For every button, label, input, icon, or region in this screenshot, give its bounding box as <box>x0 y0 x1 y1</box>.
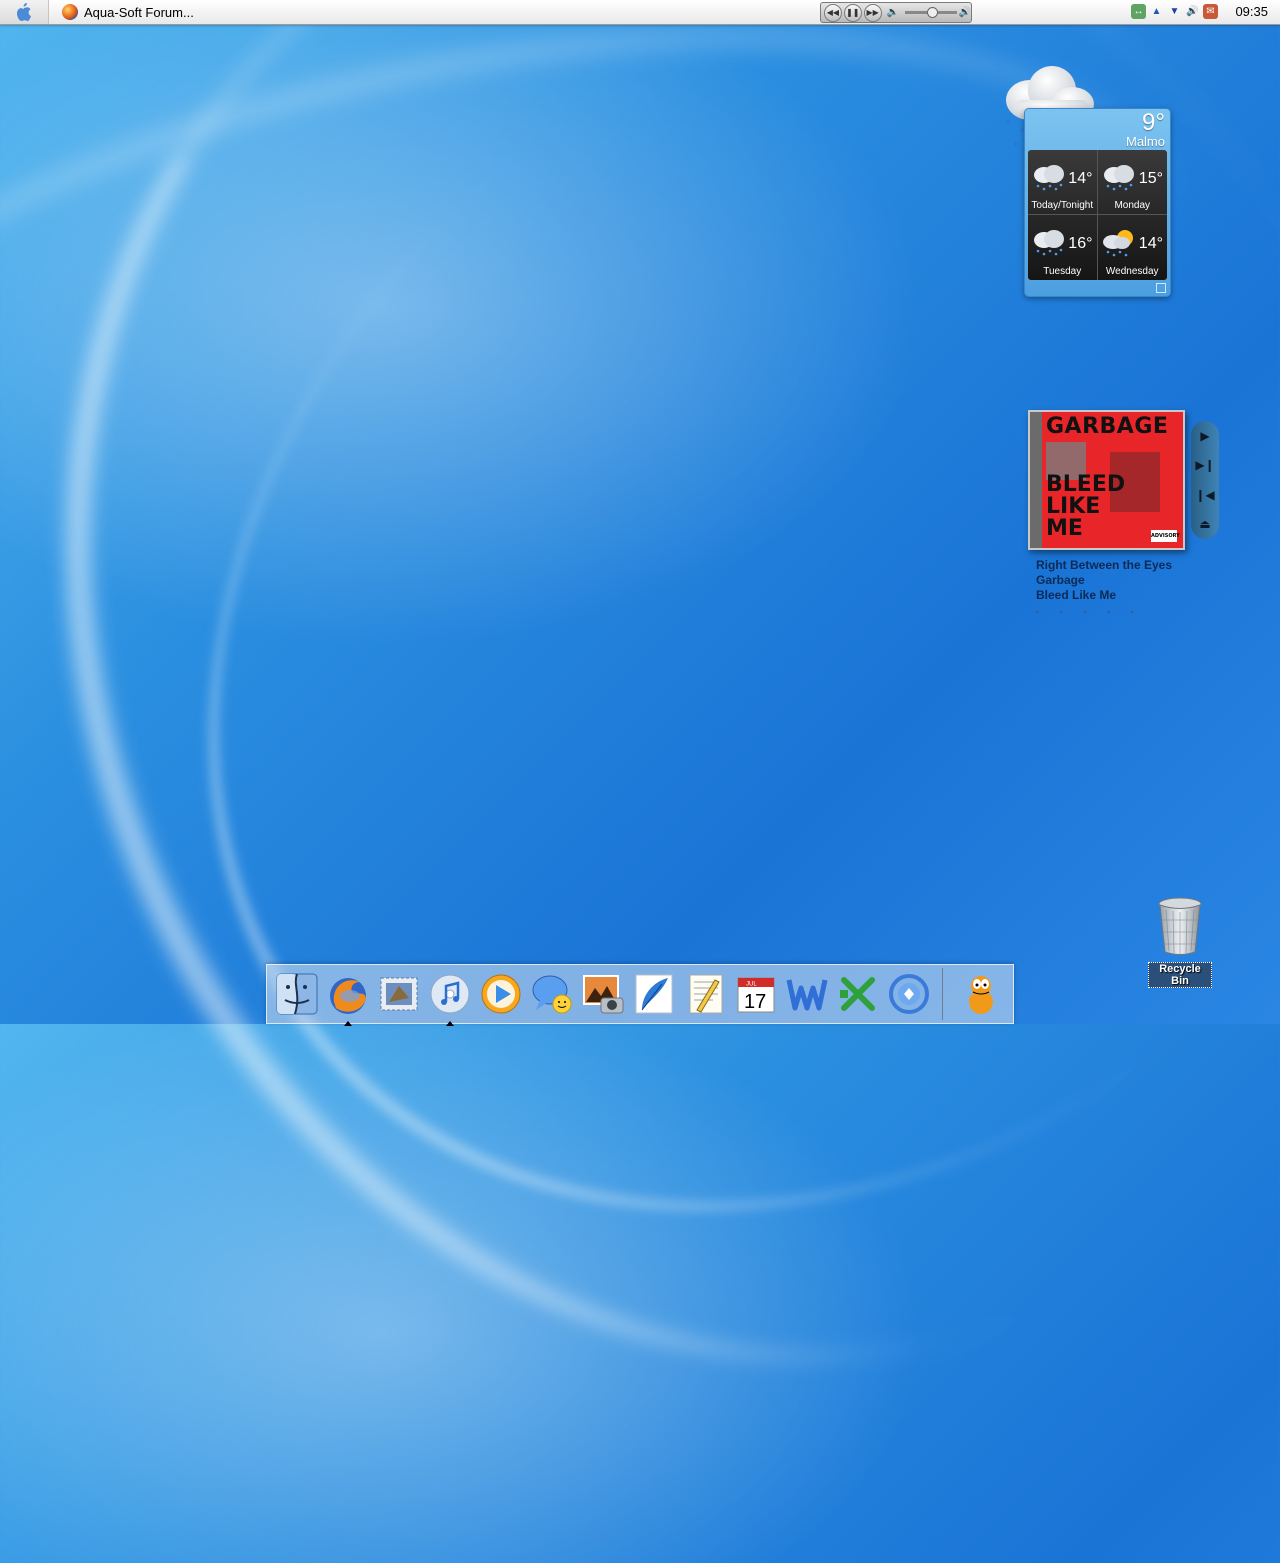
itunes-icon <box>430 974 470 1014</box>
previous-track-button[interactable]: ❙◀ <box>1195 488 1214 502</box>
eject-button[interactable]: ⏏ <box>1199 517 1210 531</box>
forward-button[interactable]: ▶▶ <box>863 3 882 22</box>
dock-item-ical[interactable]: JUL 17 <box>732 970 780 1018</box>
volume-slider[interactable] <box>905 7 957 18</box>
sun-rain-icon <box>1102 230 1133 257</box>
track-title: Right Between the Eyes <box>1036 558 1173 572</box>
volume-icon[interactable]: 🔊 <box>1185 4 1200 19</box>
rewind-button[interactable]: ◀◀ <box>824 3 842 22</box>
messenger-icon[interactable]: ✉ <box>1203 4 1218 19</box>
rain-icon <box>1034 230 1064 256</box>
pause-button[interactable]: ❚❚ <box>843 3 862 22</box>
forecast-temp: 15° <box>1138 170 1163 187</box>
quicktime-icon <box>481 974 521 1014</box>
finder-icon <box>276 973 318 1015</box>
dock-item-feather[interactable] <box>630 970 678 1018</box>
active-app-title[interactable]: Aqua-Soft Forum... <box>62 0 194 24</box>
dock-item-quicktime[interactable] <box>477 970 525 1018</box>
current-temperature: 9° <box>1142 109 1165 136</box>
recycle-bin[interactable]: Recycle Bin <box>1148 896 1212 988</box>
forecast-day-label: Monday <box>1114 200 1151 211</box>
dock-item-iphoto[interactable] <box>579 970 627 1018</box>
garfield-icon <box>969 976 993 1014</box>
media-controls: ◀◀ ❚❚ ▶▶ 🔈 🔊 <box>820 2 972 23</box>
dock-item-sync[interactable] <box>885 970 933 1018</box>
forecast-day: 16° Tuesday <box>1028 215 1098 280</box>
calendar-month: JUL <box>746 982 757 988</box>
dock-item-textedit[interactable] <box>681 970 729 1018</box>
speaker-low-icon: 🔈 <box>886 7 900 18</box>
widget-resize-handle[interactable] <box>1156 283 1166 293</box>
apple-icon <box>17 3 31 21</box>
rain-icon <box>1103 165 1134 191</box>
track-rating[interactable]: • • • • • <box>1036 605 1172 620</box>
ichat-icon <box>532 975 572 1014</box>
city-name: Malmo <box>1125 134 1165 149</box>
artist-name: Garbage <box>1036 573 1085 587</box>
network-icon[interactable]: ↔ <box>1131 4 1146 19</box>
rain-icon <box>1034 165 1064 191</box>
forecast-temp: 16° <box>1068 235 1093 252</box>
forecast-temp: 14° <box>1068 170 1093 187</box>
ical-icon: JUL 17 <box>737 977 775 1013</box>
sync-tray-icon[interactable]: ▲ <box>1149 4 1164 19</box>
album-name: Bleed Like Me <box>1036 588 1117 602</box>
forecast-day-label: Today/Tonight <box>1031 200 1094 211</box>
parental-advisory-label: ADVISORY <box>1151 530 1180 542</box>
feather-icon <box>635 974 673 1014</box>
dock-item-garfield[interactable] <box>957 970 1005 1018</box>
apple-menu[interactable] <box>0 0 49 24</box>
dock-item-mail[interactable] <box>375 970 423 1018</box>
dock-item-finder[interactable] <box>273 970 321 1018</box>
dock: JUL 17 <box>266 964 1014 1026</box>
album-art-band: GARBAGE <box>1046 414 1169 439</box>
forecast-day: 14° Wednesday <box>1098 215 1168 280</box>
music-controls: ▶ ▶❙ ❙◀ ⏏ <box>1191 421 1219 539</box>
album-art[interactable]: GARBAGE BLEED LIKE ME ADVISORY <box>1028 410 1185 550</box>
recycle-bin-label: Recycle Bin <box>1148 962 1212 988</box>
dock-item-firefox[interactable] <box>324 970 372 1026</box>
forecast-day: 15° Monday <box>1097 150 1167 215</box>
cd-case-spine <box>1030 412 1042 548</box>
system-tray: ↔ ▲ ▼ 🔊 ✉ <box>1131 4 1218 19</box>
menu-bar: Aqua-Soft Forum... ◀◀ ❚❚ ▶▶ 🔈 🔊 ↔ ▲ ▼ 🔊 … <box>0 0 1280 25</box>
forecast-day-label: Tuesday <box>1043 266 1082 277</box>
forecast-day-label: Wednesday <box>1105 266 1159 277</box>
weather-widget[interactable]: 9° Malmo 14° Today/Tonight 15° Monday 16… <box>1024 108 1171 297</box>
speaker-high-icon: 🔊 <box>958 7 972 18</box>
window-title: Aqua-Soft Forum... <box>84 4 194 20</box>
forecast-day: 14° Today/Tonight <box>1028 150 1098 215</box>
dock-item-itunes[interactable] <box>426 970 474 1026</box>
now-playing-info: Right Between the Eyes Garbage Bleed Lik… <box>1036 558 1172 620</box>
excel-icon <box>840 977 875 1011</box>
antivirus-icon[interactable]: ▼ <box>1167 4 1182 19</box>
album-art-title: BLEED LIKE ME <box>1046 472 1126 541</box>
dock-item-ichat[interactable] <box>528 970 576 1018</box>
dock-item-word[interactable] <box>783 970 831 1018</box>
forecast-temp: 14° <box>1138 235 1163 252</box>
calendar-day: 17 <box>744 991 766 1013</box>
sync-icon <box>889 974 929 1014</box>
firefox-icon <box>330 978 366 1014</box>
play-button[interactable]: ▶ <box>1200 429 1209 443</box>
dock-separator <box>942 968 943 1020</box>
mail-icon <box>380 977 418 1011</box>
volume-knob[interactable] <box>927 7 939 18</box>
forecast-grid: 14° Today/Tonight 15° Monday 16° Tuesday <box>1028 150 1167 280</box>
dock-item-excel[interactable] <box>834 970 882 1018</box>
word-icon <box>786 979 828 1011</box>
next-track-button[interactable]: ▶❙ <box>1195 458 1214 472</box>
firefox-icon <box>62 4 78 20</box>
iphoto-icon <box>583 975 624 1014</box>
trash-icon <box>1158 897 1202 955</box>
clock[interactable]: 09:35 <box>1235 0 1268 24</box>
textedit-icon <box>689 974 723 1014</box>
